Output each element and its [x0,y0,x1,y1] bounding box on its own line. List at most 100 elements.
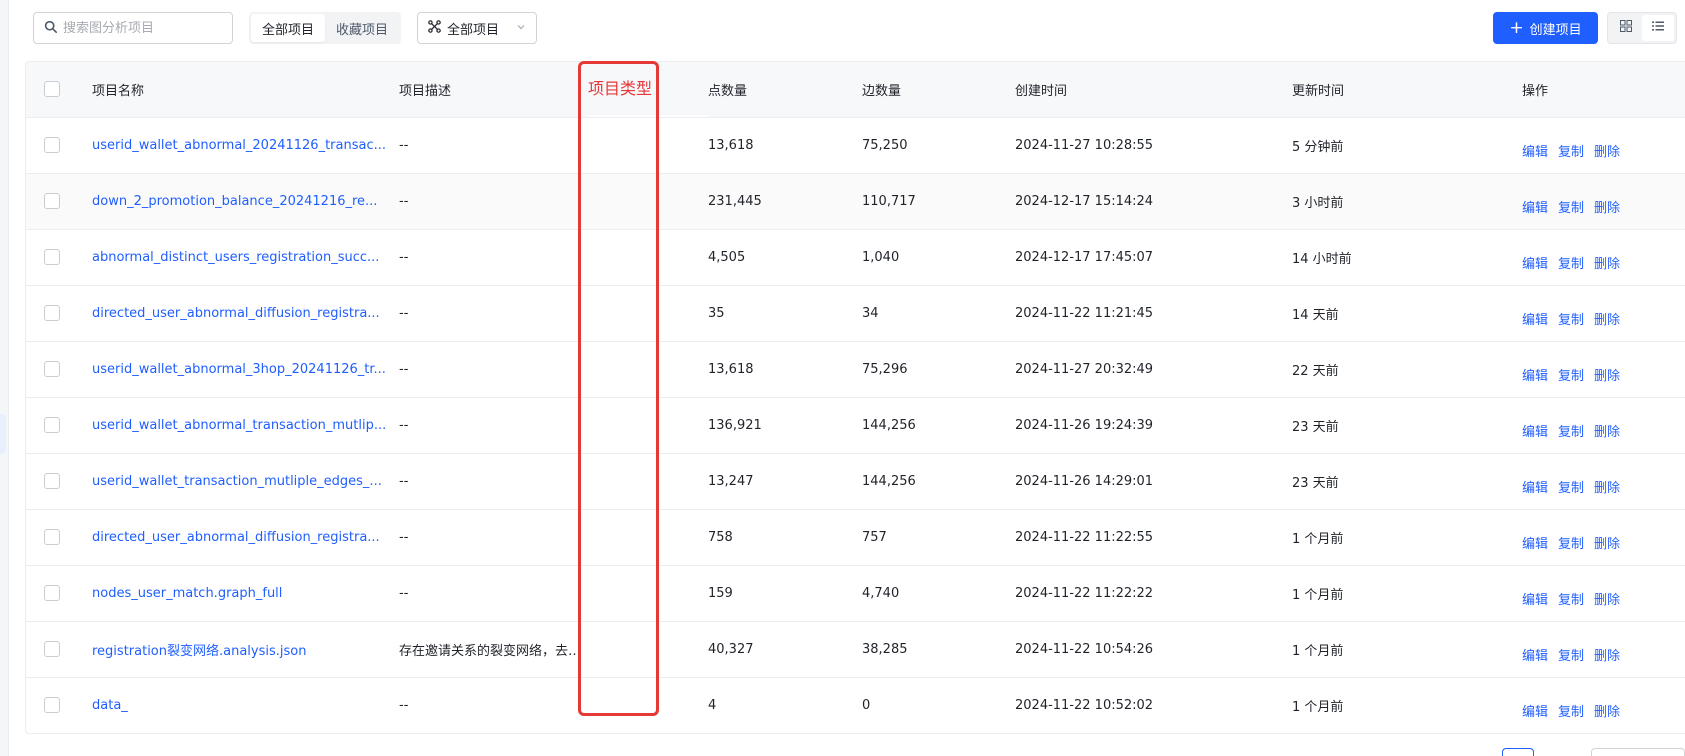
table-row: directed_user_abnormal_diffusion_registr… [26,509,1685,566]
pagination-current-page[interactable] [1502,748,1534,756]
project-name-link[interactable]: down_2_promotion_balance_20241216_re... [92,194,377,209]
copy-button[interactable]: 复制 [1558,365,1584,384]
column-header-name: 项目名称 [92,62,399,118]
list-view-button[interactable] [1642,15,1674,41]
copy-button[interactable]: 复制 [1558,309,1584,328]
row-checkbox[interactable] [44,249,60,265]
row-select-cell [26,341,92,398]
project-name-link[interactable]: directed_user_abnormal_diffusion_registr… [92,530,380,545]
cell-created: 2024-11-27 10:28:55 [1015,117,1292,174]
project-name-link[interactable]: userid_wallet_abnormal_3hop_20241126_tr.… [92,362,386,377]
create-project-button[interactable]: + 创建项目 [1493,12,1598,44]
cell-name: userid_wallet_abnormal_3hop_20241126_tr.… [92,341,399,398]
cell-type [588,117,708,174]
cell-name: userid_wallet_transaction_mutliple_edges… [92,453,399,510]
cell-type [588,565,708,622]
cell-name: directed_user_abnormal_diffusion_registr… [92,285,399,342]
cell-edges: 38,285 [862,621,1015,678]
row-checkbox[interactable] [44,361,60,377]
project-name-link[interactable]: nodes_user_match.graph_full [92,586,282,601]
edit-button[interactable]: 编辑 [1522,365,1548,384]
copy-button[interactable]: 复制 [1558,589,1584,608]
project-name-link[interactable]: userid_wallet_abnormal_20241126_transac.… [92,138,386,153]
row-checkbox[interactable] [44,417,60,433]
table-row: registration裂变网络.analysis.json 存在邀请关系的裂变网… [26,621,1685,678]
copy-button[interactable]: 复制 [1558,421,1584,440]
row-checkbox[interactable] [44,137,60,153]
copy-button[interactable]: 复制 [1558,197,1584,216]
edit-button[interactable]: 编辑 [1522,589,1548,608]
search-box[interactable] [33,12,233,44]
row-checkbox[interactable] [44,529,60,545]
copy-button[interactable]: 复制 [1558,141,1584,160]
cell-nodes: 4,505 [708,229,862,286]
cell-desc: -- [399,453,588,510]
edit-button[interactable]: 编辑 [1522,253,1548,272]
table-row: userid_wallet_transaction_mutliple_edges… [26,453,1685,510]
grid-view-button[interactable] [1610,15,1642,41]
copy-button[interactable]: 复制 [1558,253,1584,272]
project-name-link[interactable]: data_ [92,698,128,713]
copy-button[interactable]: 复制 [1558,533,1584,552]
cell-name: userid_wallet_abnormal_transaction_mutli… [92,397,399,454]
edit-button[interactable]: 编辑 [1522,309,1548,328]
delete-button[interactable]: 删除 [1594,421,1620,440]
edit-button[interactable]: 编辑 [1522,421,1548,440]
edit-button[interactable]: 编辑 [1522,701,1548,720]
select-all-checkbox[interactable] [44,81,60,98]
delete-button[interactable]: 删除 [1594,141,1620,160]
cell-desc: -- [399,117,588,174]
row-checkbox[interactable] [44,697,60,713]
edit-button[interactable]: 编辑 [1522,477,1548,496]
cell-actions: 编辑 复制 删除 [1522,117,1685,174]
copy-button[interactable]: 复制 [1558,701,1584,720]
row-select-cell [26,453,92,510]
pagination-page-size-select[interactable] [1591,748,1685,756]
edit-button[interactable]: 编辑 [1522,533,1548,552]
delete-button[interactable]: 删除 [1594,477,1620,496]
row-checkbox[interactable] [44,305,60,321]
cell-created: 2024-11-22 11:22:55 [1015,509,1292,566]
project-name-link[interactable]: userid_wallet_abnormal_transaction_mutli… [92,418,386,433]
cell-desc: -- [399,397,588,454]
table-row: down_2_promotion_balance_20241216_re... -… [26,173,1685,230]
delete-button[interactable]: 删除 [1594,533,1620,552]
delete-button[interactable]: 删除 [1594,253,1620,272]
row-checkbox[interactable] [44,193,60,209]
project-name-link[interactable]: directed_user_abnormal_diffusion_registr… [92,306,380,321]
delete-button[interactable]: 删除 [1594,365,1620,384]
tab-all-projects[interactable]: 全部项目 [251,14,326,42]
search-input[interactable] [63,20,223,36]
row-checkbox[interactable] [44,641,60,657]
row-select-cell [26,509,92,566]
cell-desc: -- [399,677,588,733]
cell-name: registration裂变网络.analysis.json [92,621,399,678]
project-name-link[interactable]: userid_wallet_transaction_mutliple_edges… [92,474,382,489]
edit-button[interactable]: 编辑 [1522,141,1548,160]
edit-button[interactable]: 编辑 [1522,197,1548,216]
edit-button[interactable]: 编辑 [1522,645,1548,664]
cell-edges: 75,250 [862,117,1015,174]
cell-created: 2024-12-17 17:45:07 [1015,229,1292,286]
delete-button[interactable]: 删除 [1594,701,1620,720]
delete-button[interactable]: 删除 [1594,589,1620,608]
project-name-link[interactable]: registration裂变网络.analysis.json [92,644,306,659]
search-icon [44,20,57,37]
delete-button[interactable]: 删除 [1594,645,1620,664]
copy-button[interactable]: 复制 [1558,645,1584,664]
row-select-cell [26,173,92,230]
row-checkbox[interactable] [44,585,60,601]
cell-created: 2024-11-27 20:32:49 [1015,341,1292,398]
project-filter-select[interactable]: 全部项目 [417,12,537,44]
tab-favorite-projects[interactable]: 收藏项目 [325,14,399,42]
cell-updated: 1 个月前 [1292,621,1522,678]
delete-button[interactable]: 删除 [1594,197,1620,216]
cell-desc: -- [399,285,588,342]
row-checkbox[interactable] [44,473,60,489]
delete-button[interactable]: 删除 [1594,309,1620,328]
table-row: abnormal_distinct_users_registration_suc… [26,229,1685,286]
copy-button[interactable]: 复制 [1558,477,1584,496]
cell-updated: 1 个月前 [1292,509,1522,566]
project-name-link[interactable]: abnormal_distinct_users_registration_suc… [92,250,379,265]
table-row: nodes_user_match.graph_full -- 159 4,740 202… [26,565,1685,622]
